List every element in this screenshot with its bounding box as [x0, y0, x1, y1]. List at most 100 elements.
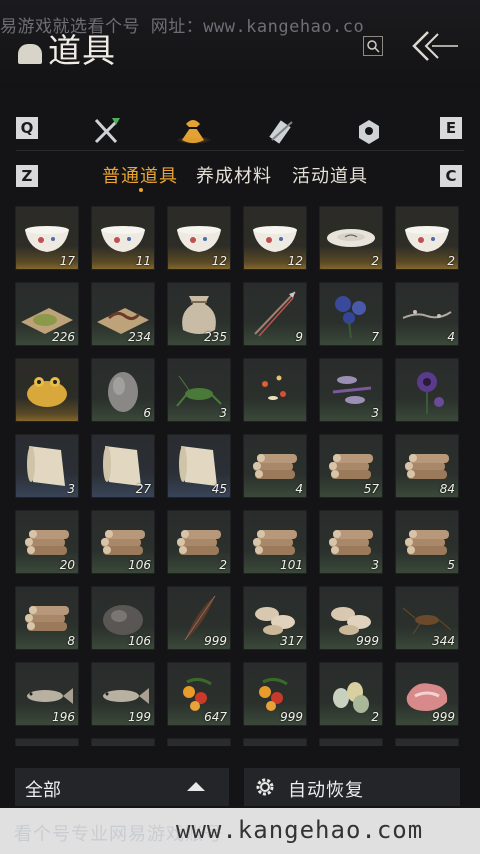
- item-quantity: 3: [371, 558, 379, 572]
- item-slot[interactable]: 12: [243, 206, 307, 270]
- item-grid: 17 11 12 12 2 2 226 234 235 9 7 4 6 3 3 3 27 45 4 57 84 20 106…: [15, 206, 467, 746]
- item-slot[interactable]: 6: [91, 358, 155, 422]
- item-quantity: 2: [219, 558, 227, 572]
- item-slot[interactable]: 106: [91, 510, 155, 574]
- dropdown-arrow-icon: [187, 782, 205, 791]
- tab-equipment[interactable]: [92, 116, 122, 146]
- item-slot[interactable]: 234: [91, 282, 155, 346]
- item-slot[interactable]: 12: [167, 206, 231, 270]
- item-slot[interactable]: 84: [395, 434, 459, 498]
- subtab-bar: Z 普通道具 养成材料 活动道具 C: [0, 160, 480, 190]
- gear-icon: [256, 778, 274, 796]
- item-slot-partial[interactable]: [167, 738, 231, 746]
- tab-scrolls[interactable]: [266, 116, 296, 146]
- golden-toad-icon: [27, 377, 67, 407]
- item-quantity: 12: [211, 254, 227, 268]
- item-quantity: 3: [67, 482, 75, 496]
- item-slot[interactable]: 199: [91, 662, 155, 726]
- item-quantity: 999: [356, 634, 379, 648]
- item-slot[interactable]: 235: [167, 282, 231, 346]
- item-slot[interactable]: 3: [319, 358, 383, 422]
- item-slot[interactable]: 8: [15, 586, 79, 650]
- subtab-normal-items[interactable]: 普通道具: [102, 162, 178, 188]
- item-quantity: 17: [59, 254, 75, 268]
- item-slot[interactable]: 3: [167, 358, 231, 422]
- item-slot-partial[interactable]: [243, 738, 307, 746]
- item-slot[interactable]: 17: [15, 206, 79, 270]
- search-icon: [367, 40, 380, 53]
- auto-restore-button[interactable]: 自动恢复: [244, 768, 460, 806]
- item-slot[interactable]: 2: [167, 510, 231, 574]
- item-quantity: 101: [280, 558, 303, 572]
- subtab-next-key[interactable]: C: [440, 165, 462, 187]
- item-slot[interactable]: 4: [243, 434, 307, 498]
- item-quantity: 2: [371, 254, 379, 268]
- item-slot[interactable]: 999: [167, 586, 231, 650]
- item-slot[interactable]: 57: [319, 434, 383, 498]
- item-slot[interactable]: 2: [395, 206, 459, 270]
- item-quantity: 8: [67, 634, 75, 648]
- item-slot[interactable]: 999: [243, 662, 307, 726]
- item-quantity: 106: [128, 558, 151, 572]
- item-slot[interactable]: 101: [243, 510, 307, 574]
- item-quantity: 106: [128, 634, 151, 648]
- item-slot-partial[interactable]: [15, 738, 79, 746]
- item-slot[interactable]: 20: [15, 510, 79, 574]
- tab-prev-key[interactable]: Q: [16, 117, 38, 139]
- item-slot[interactable]: 647: [167, 662, 231, 726]
- item-slot[interactable]: 317: [243, 586, 307, 650]
- item-quantity: 12: [287, 254, 303, 268]
- item-slot[interactable]: 106: [91, 586, 155, 650]
- item-slot[interactable]: [15, 358, 79, 422]
- auto-restore-label: 自动恢复: [288, 780, 364, 801]
- item-quantity: 27: [135, 482, 151, 496]
- item-slot[interactable]: [243, 358, 307, 422]
- item-quantity: 647: [204, 710, 227, 724]
- item-slot[interactable]: 4: [395, 282, 459, 346]
- item-slot[interactable]: 5: [395, 510, 459, 574]
- item-slot[interactable]: 344: [395, 586, 459, 650]
- item-quantity: 199: [128, 710, 151, 724]
- active-subtab-dot: [139, 188, 143, 192]
- item-slot[interactable]: 9: [243, 282, 307, 346]
- subtab-materials[interactable]: 养成材料: [196, 162, 272, 188]
- item-slot[interactable]: 226: [15, 282, 79, 346]
- subtab-prev-key[interactable]: Z: [16, 165, 38, 187]
- search-button[interactable]: [363, 36, 383, 56]
- item-quantity: 999: [432, 710, 455, 724]
- item-slot[interactable]: 3: [15, 434, 79, 498]
- item-quantity: 226: [52, 330, 75, 344]
- item-slot[interactable]: 999: [395, 662, 459, 726]
- filter-label: 全部: [25, 780, 61, 801]
- watermark-bottom-url: www.kangehao.com: [176, 816, 424, 844]
- watermark-bottom: 看个号专业网易游戏账号 www.kangehao.com: [0, 808, 480, 854]
- item-slot[interactable]: 45: [167, 434, 231, 498]
- item-slot[interactable]: 3: [319, 510, 383, 574]
- item-quantity: 999: [204, 634, 227, 648]
- item-quantity: 9: [295, 330, 303, 344]
- item-slot[interactable]: 2: [319, 662, 383, 726]
- tab-tokens[interactable]: [354, 116, 384, 146]
- item-slot-partial[interactable]: [319, 738, 383, 746]
- item-quantity: 2: [371, 710, 379, 724]
- back-button[interactable]: [410, 28, 460, 66]
- item-quantity: 2: [447, 254, 455, 268]
- item-slot-partial[interactable]: [91, 738, 155, 746]
- item-slot[interactable]: 7: [319, 282, 383, 346]
- item-quantity: 344: [432, 634, 455, 648]
- filter-dropdown[interactable]: 全部: [15, 768, 229, 806]
- item-slot[interactable]: 27: [91, 434, 155, 498]
- subtab-event-items[interactable]: 活动道具: [292, 162, 368, 188]
- item-slot[interactable]: 2: [319, 206, 383, 270]
- item-slot[interactable]: 196: [15, 662, 79, 726]
- item-quantity: 6: [143, 406, 151, 420]
- item-quantity: 4: [447, 330, 455, 344]
- item-slot[interactable]: 11: [91, 206, 155, 270]
- tab-next-key[interactable]: E: [440, 117, 462, 139]
- item-slot-partial[interactable]: [395, 738, 459, 746]
- item-quantity: 3: [219, 406, 227, 420]
- tab-divider: [16, 150, 464, 151]
- item-quantity: 196: [52, 710, 75, 724]
- item-slot[interactable]: [395, 358, 459, 422]
- item-slot[interactable]: 999: [319, 586, 383, 650]
